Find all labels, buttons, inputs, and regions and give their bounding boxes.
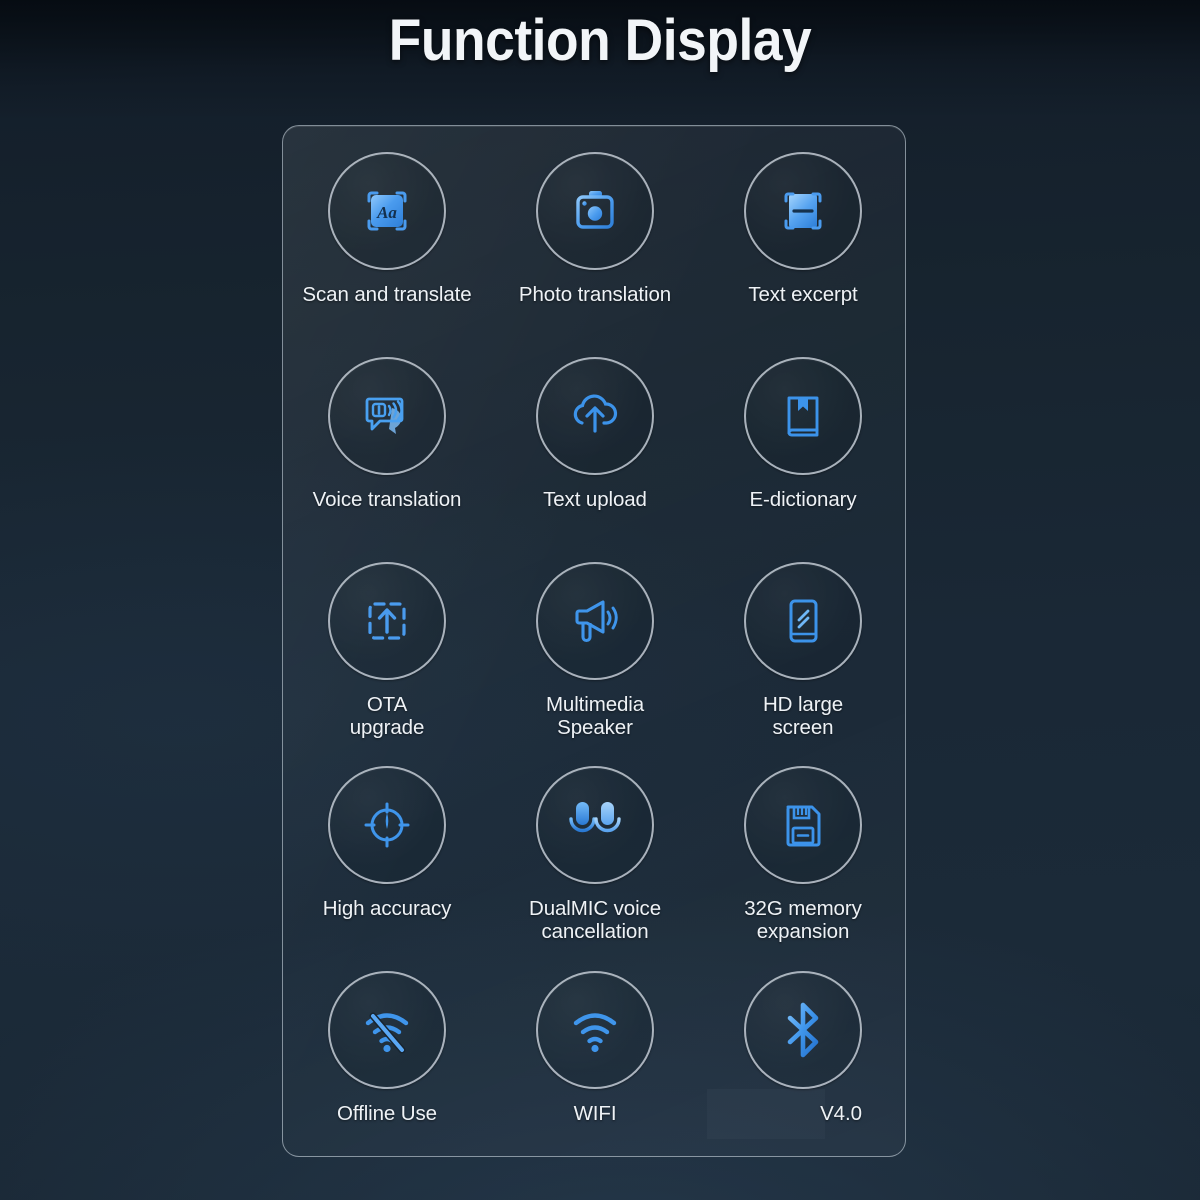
feature-label: HD large screen (762, 692, 844, 739)
feature-icon-ring (328, 356, 446, 475)
feature-item-voice-translation[interactable]: Voice translation (283, 339, 491, 544)
feature-label: High accuracy (322, 897, 452, 921)
scan-text-aa-icon: Aa (357, 181, 417, 241)
feature-item-wifi[interactable]: WIFI (491, 953, 699, 1156)
wifi-icon (564, 1001, 626, 1059)
scan-excerpt-icon (773, 181, 833, 241)
page-root: Function Display Aa Scan and translate P… (0, 0, 1200, 1200)
feature-label: 32G memory expansion (744, 897, 862, 944)
megaphone-icon (565, 591, 625, 651)
svg-text:Aa: Aa (376, 203, 397, 222)
feature-icon-ring (536, 766, 654, 885)
feature-icon-ring (536, 356, 654, 475)
feature-item-multimedia-speaker[interactable]: Multimedia Speaker (491, 544, 699, 749)
feature-label: Multimedia Speaker (545, 692, 645, 739)
feature-item-offline-use[interactable]: Offline Use (283, 953, 491, 1156)
feature-label: Scan and translate (302, 283, 472, 306)
phone-screen-shine-icon (775, 593, 831, 649)
feature-item-scan-and-translate[interactable]: Aa Scan and translate (283, 134, 491, 339)
feature-item-e-dictionary[interactable]: E-dictionary (699, 339, 905, 544)
feature-grid: Aa Scan and translate Photo translation … (283, 126, 905, 1156)
feature-icon-ring (536, 971, 654, 1090)
feature-panel: Aa Scan and translate Photo translation … (282, 125, 906, 1157)
camera-icon (565, 181, 625, 241)
speech-bubbles-sound-icon (356, 385, 418, 447)
feature-icon-ring: Aa (328, 152, 446, 270)
crosshair-target-icon (358, 796, 416, 854)
feature-item-text-upload[interactable]: Text upload (491, 339, 699, 544)
cloud-upload-icon (564, 385, 626, 447)
bluetooth-icon (777, 1001, 829, 1059)
feature-item-dualmic-noise[interactable]: DualMIC voice cancellation (491, 748, 699, 953)
feature-item-hd-large-screen[interactable]: HD large screen (699, 544, 905, 749)
dual-microphone-icon (563, 794, 627, 856)
feature-item-photo-translation[interactable]: Photo translation (491, 134, 699, 339)
dashed-box-upload-icon (358, 592, 416, 650)
feature-icon-ring (536, 152, 654, 270)
feature-label: V4.0 (820, 1102, 862, 1126)
feature-icon-ring (328, 766, 446, 885)
feature-label: Text upload (543, 487, 647, 511)
feature-label: OTA upgrade (349, 692, 425, 739)
wifi-off-icon (356, 1001, 418, 1059)
feature-label: Voice translation (312, 487, 462, 511)
feature-label: Text excerpt (748, 283, 858, 306)
feature-icon-ring (744, 356, 862, 475)
feature-icon-ring (744, 561, 862, 680)
feature-item-memory-expansion[interactable]: 32G memory expansion (699, 748, 905, 953)
feature-label: E-dictionary (749, 487, 857, 511)
feature-item-ota-upgrade[interactable]: OTA upgrade (283, 544, 491, 749)
feature-label: Photo translation (518, 283, 672, 306)
feature-icon-ring (328, 561, 446, 680)
feature-label: WIFI (573, 1102, 617, 1126)
feature-label: DualMIC voice cancellation (529, 897, 661, 944)
feature-icon-ring (744, 766, 862, 885)
feature-item-text-excerpt[interactable]: Text excerpt (699, 134, 905, 339)
feature-icon-ring (328, 971, 446, 1090)
feature-item-bluetooth-version[interactable]: V4.0 (699, 953, 905, 1156)
feature-icon-ring (744, 152, 862, 270)
feature-icon-ring (536, 561, 654, 680)
feature-icon-ring (744, 971, 862, 1090)
book-bookmark-icon (774, 387, 832, 445)
feature-label: Offline Use (337, 1102, 437, 1126)
feature-item-high-accuracy[interactable]: High accuracy (283, 748, 491, 953)
memory-card-icon (775, 797, 831, 853)
page-title: Function Display (388, 8, 812, 73)
